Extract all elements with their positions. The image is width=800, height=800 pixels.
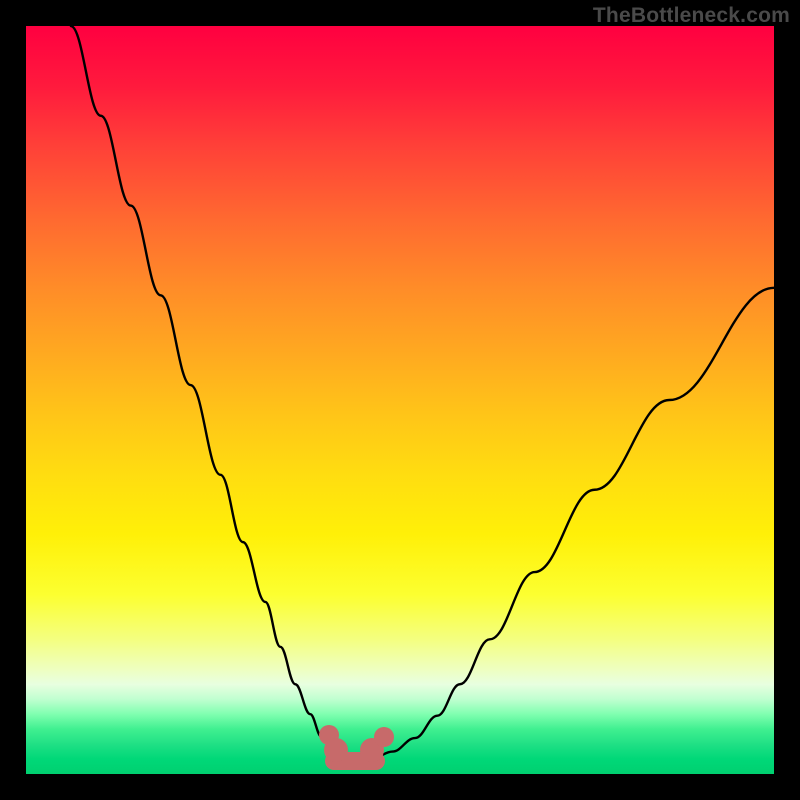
plot-area [26, 26, 774, 774]
bottleneck-curve-path [71, 26, 774, 761]
watermark-text: TheBottleneck.com [593, 4, 790, 28]
trough-marker [374, 727, 394, 747]
curve-layer [26, 26, 774, 774]
bottleneck-chart: TheBottleneck.com [0, 0, 800, 800]
trough-marker [324, 738, 348, 762]
